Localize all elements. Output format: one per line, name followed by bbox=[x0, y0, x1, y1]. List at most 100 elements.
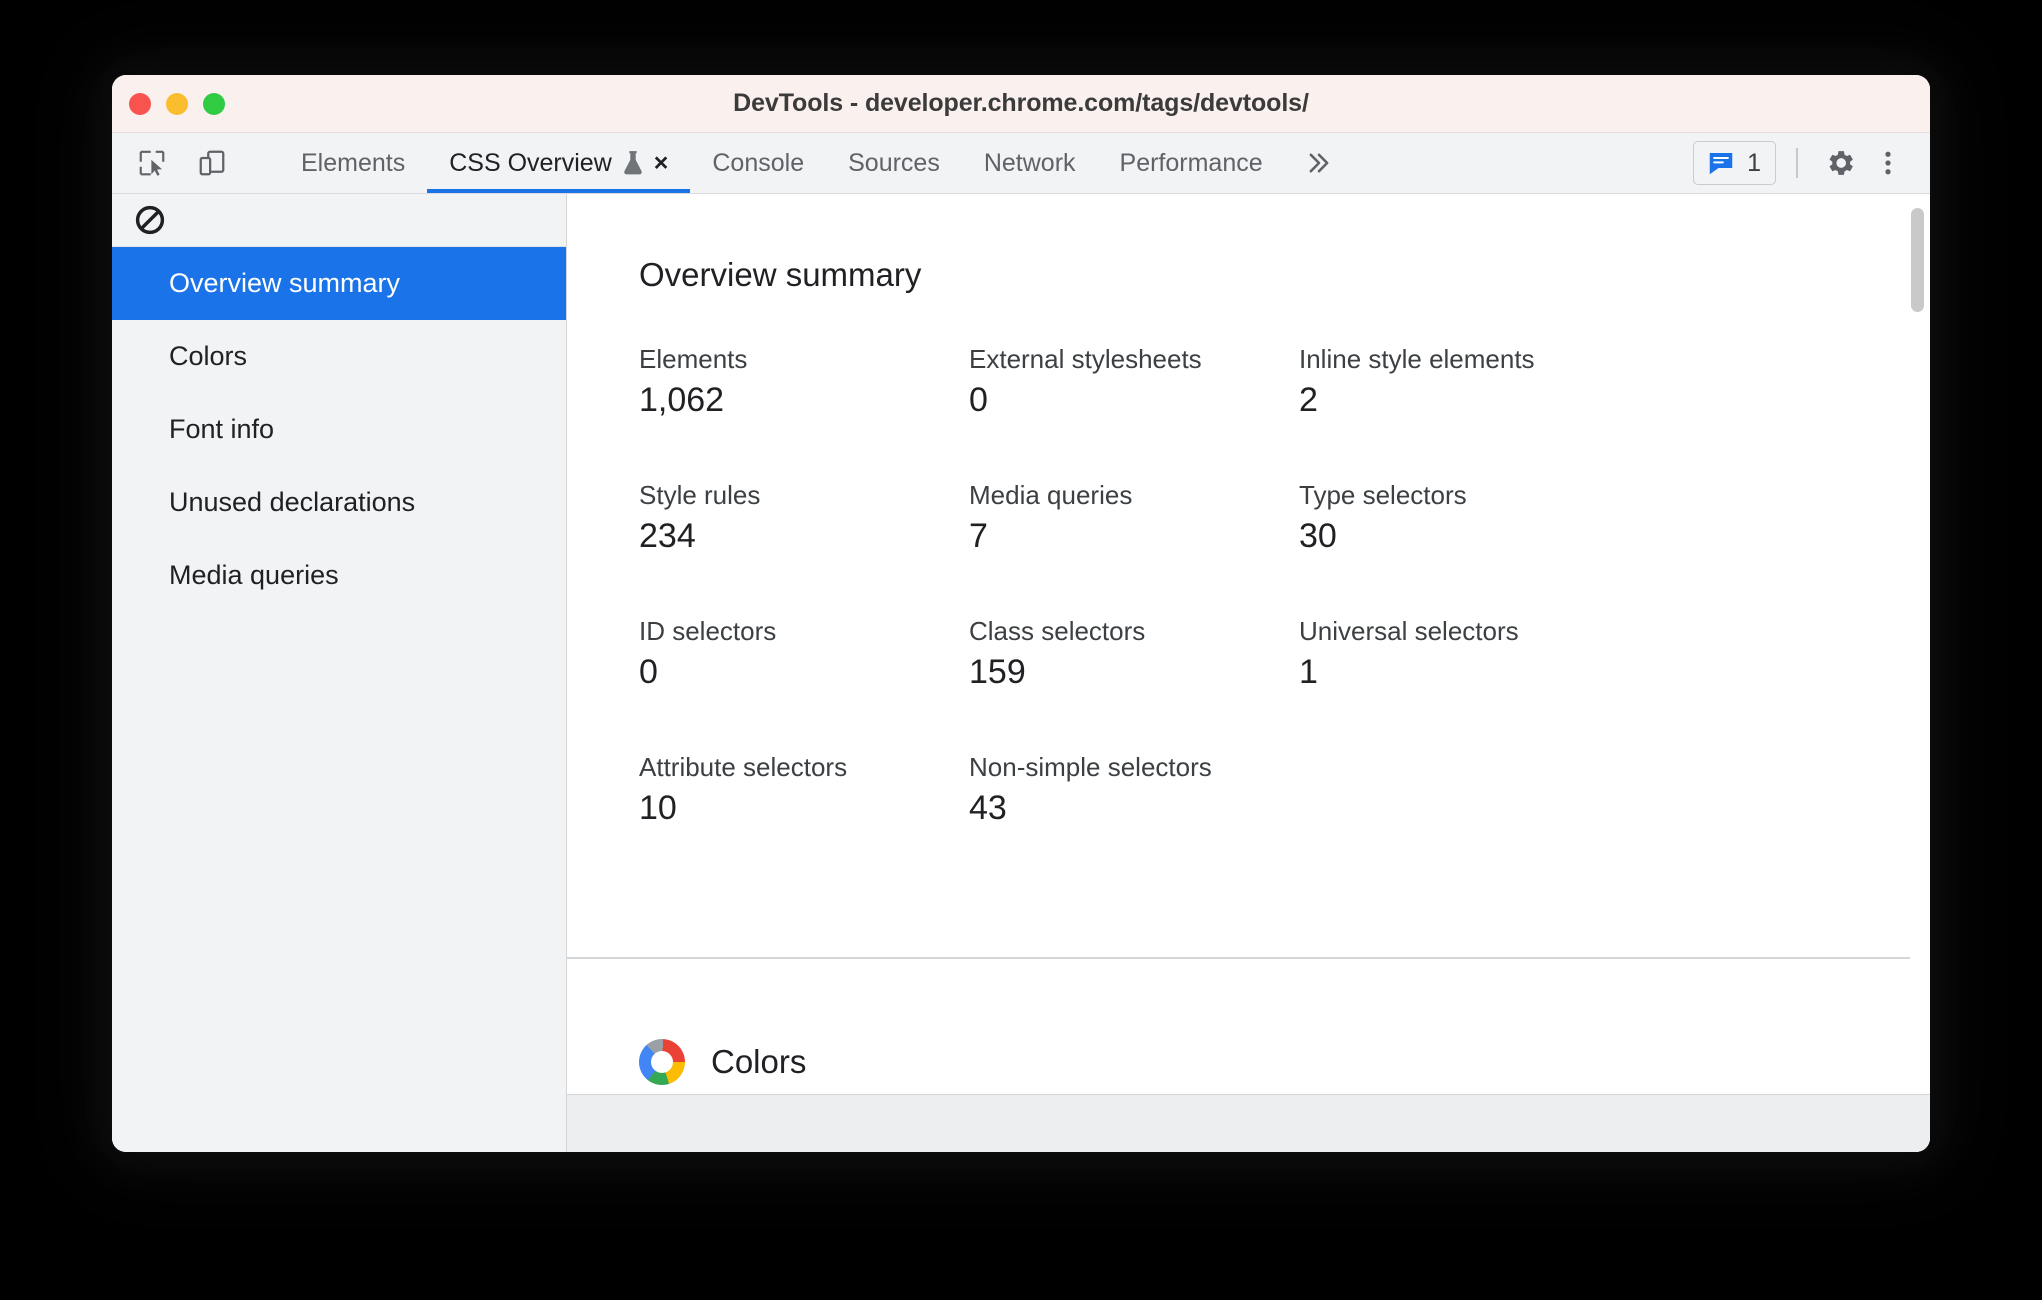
sidebar-item-label: Colors bbox=[169, 341, 248, 371]
more-options-button[interactable] bbox=[1866, 141, 1910, 185]
devtools-toolbar: Elements CSS Overview × Console Sources … bbox=[112, 133, 1930, 194]
chevron-double-right-icon bbox=[1309, 153, 1329, 173]
tab-label: Console bbox=[712, 148, 805, 177]
minimize-window-button[interactable] bbox=[166, 93, 188, 115]
metric-label: Type selectors bbox=[1299, 480, 1467, 510]
metric-value: 1 bbox=[1299, 653, 1318, 691]
tab-label: Performance bbox=[1119, 148, 1263, 177]
metric-label: ID selectors bbox=[639, 616, 777, 646]
colors-section-header[interactable]: Colors bbox=[639, 1039, 806, 1085]
inspect-element-button[interactable] bbox=[130, 141, 174, 185]
colors-section-title: Colors bbox=[711, 1043, 807, 1080]
metrics-grid: Elements 1,062 External stylesheets 0 In… bbox=[639, 344, 1930, 852]
tab-elements[interactable]: Elements bbox=[279, 133, 427, 193]
more-vertical-icon bbox=[1885, 151, 1891, 175]
issues-message-icon bbox=[1709, 153, 1733, 175]
page-title: Overview summary bbox=[639, 256, 922, 293]
window-title: DevTools - developer.chrome.com/tags/dev… bbox=[733, 89, 1309, 117]
metric-style-rules: Style rules 234 bbox=[639, 480, 969, 580]
tab-label: Sources bbox=[848, 148, 940, 177]
metric-elements: Elements 1,062 bbox=[639, 344, 969, 444]
metric-value: 159 bbox=[969, 653, 1026, 691]
metric-value: 10 bbox=[639, 789, 677, 827]
sidebar-item-label: Unused declarations bbox=[169, 487, 416, 517]
overview-content: Overview summary Elements 1,062 External… bbox=[567, 194, 1930, 1152]
metric-label: Media queries bbox=[969, 480, 1133, 510]
metric-label: External stylesheets bbox=[969, 344, 1202, 374]
sidebar-item-label: Media queries bbox=[169, 560, 339, 590]
sidebar-item-font-info[interactable]: Font info bbox=[112, 393, 566, 466]
metric-value: 2 bbox=[1299, 381, 1318, 419]
metric-value: 0 bbox=[639, 653, 658, 691]
color-wheel-icon bbox=[639, 1039, 685, 1085]
metric-universal-selectors: Universal selectors 1 bbox=[1299, 616, 1629, 716]
metric-media-queries: Media queries 7 bbox=[969, 480, 1299, 580]
sidebar-item-media-queries[interactable]: Media queries bbox=[112, 539, 566, 612]
more-tabs-button[interactable] bbox=[1285, 133, 1353, 193]
metric-label: Attribute selectors bbox=[639, 752, 848, 782]
toolbar-right-icons: 1 bbox=[1693, 133, 1930, 193]
metric-value: 7 bbox=[969, 517, 988, 555]
tab-label: Network bbox=[983, 148, 1076, 177]
metric-value: 30 bbox=[1299, 517, 1337, 555]
metric-id-selectors: ID selectors 0 bbox=[639, 616, 969, 716]
section-divider bbox=[567, 957, 1910, 959]
window-titlebar: DevTools - developer.chrome.com/tags/dev… bbox=[112, 75, 1930, 133]
tab-console[interactable]: Console bbox=[690, 133, 826, 193]
sidebar-item-unused-declarations[interactable]: Unused declarations bbox=[112, 466, 566, 539]
content-scrollbar[interactable] bbox=[1910, 194, 1926, 1152]
metric-external-stylesheets: External stylesheets 0 bbox=[969, 344, 1299, 444]
tab-performance[interactable]: Performance bbox=[1098, 133, 1285, 193]
toolbar-separator-right bbox=[1796, 148, 1798, 178]
issues-button[interactable]: 1 bbox=[1693, 141, 1776, 185]
metric-value: 0 bbox=[969, 381, 988, 419]
metric-value: 43 bbox=[969, 789, 1007, 827]
zoom-window-button[interactable] bbox=[203, 93, 225, 115]
traffic-lights bbox=[129, 75, 225, 133]
tab-network[interactable]: Network bbox=[962, 133, 1098, 193]
toolbar-left-icons bbox=[112, 133, 279, 193]
device-toolbar-button[interactable] bbox=[190, 141, 234, 185]
tab-label: Elements bbox=[301, 148, 406, 177]
metric-label: Inline style elements bbox=[1299, 344, 1535, 374]
metric-value: 1,062 bbox=[639, 381, 725, 419]
sidebar-toolbar bbox=[112, 194, 566, 247]
metric-class-selectors: Class selectors 159 bbox=[969, 616, 1299, 716]
device-toolbar-icon bbox=[199, 150, 225, 176]
css-overview-sidebar: Overview summary Colors Font info Unused… bbox=[112, 194, 567, 1152]
sidebar-item-label: Font info bbox=[169, 414, 275, 444]
metric-label: Class selectors bbox=[969, 616, 1146, 646]
metric-label: Elements bbox=[639, 344, 748, 374]
metric-attribute-selectors: Attribute selectors 10 bbox=[639, 752, 969, 852]
gear-icon bbox=[1829, 151, 1853, 175]
metric-label: Non-simple selectors bbox=[969, 752, 1212, 782]
settings-button[interactable] bbox=[1818, 141, 1862, 185]
sidebar-item-colors[interactable]: Colors bbox=[112, 320, 566, 393]
metric-empty bbox=[1299, 752, 1629, 852]
scrollbar-thumb[interactable] bbox=[1911, 208, 1924, 312]
tab-css-overview[interactable]: CSS Overview × bbox=[427, 133, 691, 193]
clear-overview-icon bbox=[135, 205, 165, 235]
experiment-flask-icon bbox=[622, 150, 644, 176]
metric-non-simple-selectors: Non-simple selectors 43 bbox=[969, 752, 1299, 852]
metric-inline-style-elements: Inline style elements 2 bbox=[1299, 344, 1629, 444]
overview-summary-section: Overview summary Elements 1,062 External… bbox=[567, 194, 1930, 852]
inspect-element-icon bbox=[139, 150, 165, 176]
sidebar-item-overview-summary[interactable]: Overview summary bbox=[112, 247, 566, 320]
tab-sources[interactable]: Sources bbox=[826, 133, 962, 193]
tab-label: CSS Overview bbox=[449, 148, 612, 177]
screen: DevTools - developer.chrome.com/tags/dev… bbox=[0, 0, 2042, 1300]
metric-value: 234 bbox=[639, 517, 696, 555]
tab-close-icon[interactable]: × bbox=[654, 150, 669, 176]
issues-count: 1 bbox=[1747, 148, 1761, 177]
devtools-window: DevTools - developer.chrome.com/tags/dev… bbox=[112, 75, 1930, 1152]
metric-label: Universal selectors bbox=[1299, 616, 1519, 646]
close-window-button[interactable] bbox=[129, 93, 151, 115]
metric-type-selectors: Type selectors 30 bbox=[1299, 480, 1629, 580]
metric-label: Style rules bbox=[639, 480, 761, 510]
clear-overview-button[interactable] bbox=[134, 204, 166, 236]
panel-tabs: Elements CSS Overview × Console Sources … bbox=[279, 133, 1693, 193]
sidebar-item-label: Overview summary bbox=[169, 268, 401, 298]
panel-bottom-strip bbox=[567, 1094, 1930, 1152]
css-overview-panel: Overview summary Colors Font info Unused… bbox=[112, 194, 1930, 1152]
